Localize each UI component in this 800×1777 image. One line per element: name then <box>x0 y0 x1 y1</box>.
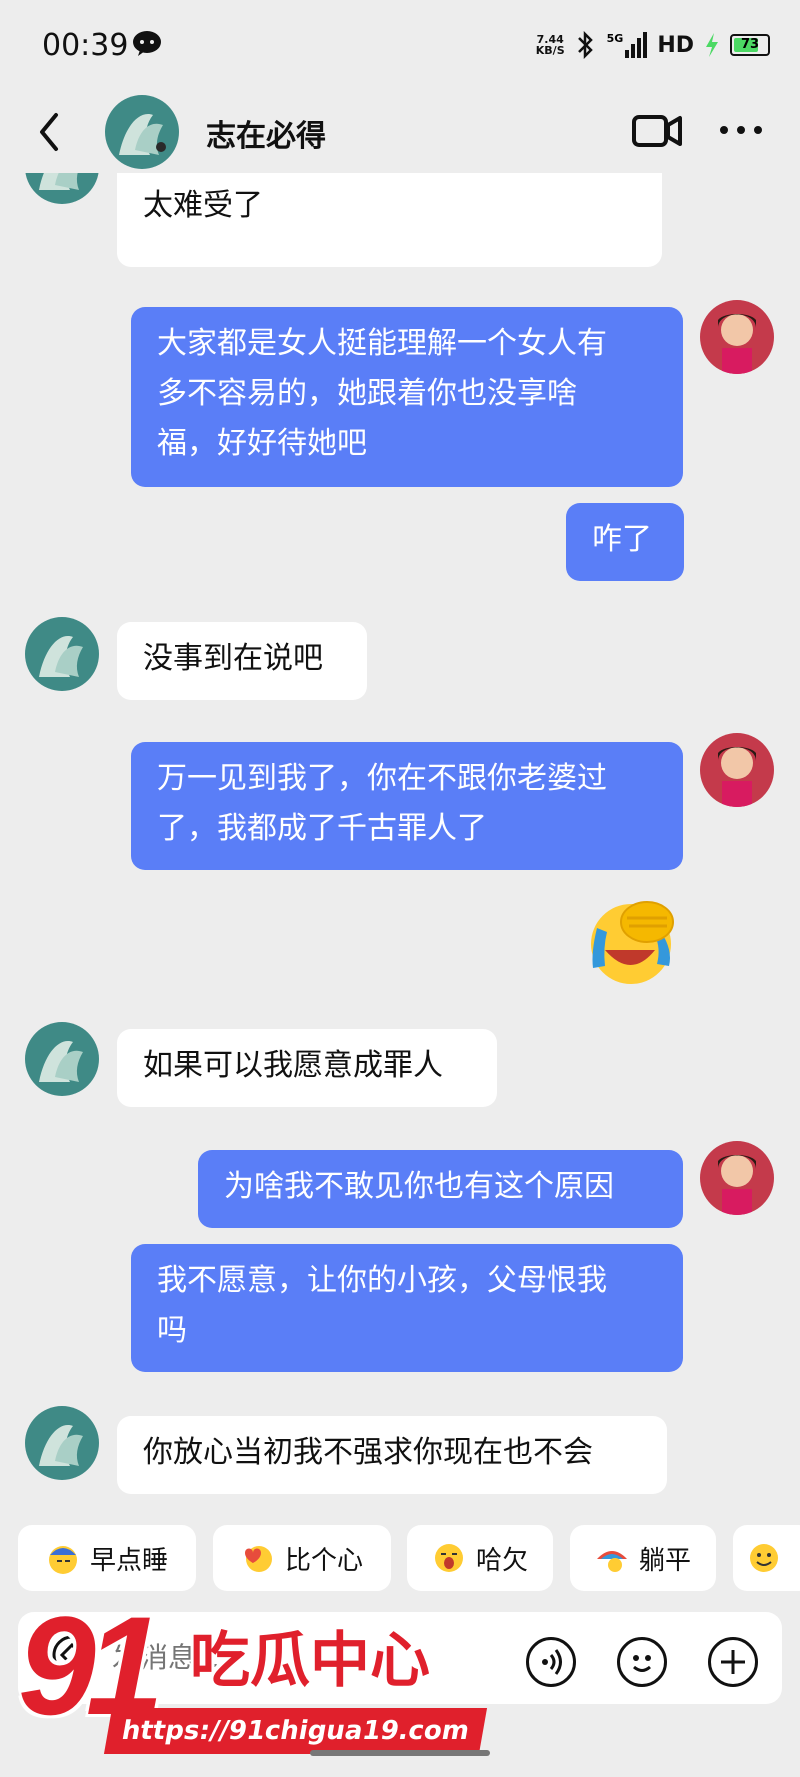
message-text: 你放心当初我不强求你现在也不会 <box>143 1435 593 1470</box>
network-type: 5G <box>606 32 624 45</box>
network-speed: 7.44 KB/S <box>536 34 565 56</box>
status-right: 7.44 KB/S 5G HD 73 <box>536 28 770 62</box>
my-avatar[interactable] <box>700 300 774 374</box>
smiley-icon <box>633 1655 651 1672</box>
partial-emoji-icon <box>750 1544 778 1572</box>
quick-reply-more[interactable] <box>733 1525 800 1591</box>
my-avatar[interactable] <box>700 1141 774 1215</box>
add-attachment-button[interactable] <box>708 1637 758 1687</box>
hd-indicator: HD <box>657 32 694 58</box>
signal-icon: 5G <box>607 32 648 58</box>
plus-icon <box>721 1650 745 1674</box>
video-call-icon[interactable] <box>632 111 682 151</box>
contact-avatar-small[interactable] <box>25 1022 99 1096</box>
voice-wave-icon <box>542 1649 562 1675</box>
message-text: 了，我都成了千古罪人了 <box>157 811 487 846</box>
message-text: 太难受了 <box>143 188 263 223</box>
message-text: 福，好好待她吧 <box>157 426 367 461</box>
watermark-url: https://91chigua19.com <box>103 1708 488 1754</box>
more-options-icon[interactable] <box>716 115 766 145</box>
emoji-button[interactable] <box>617 1637 667 1687</box>
battery-level: 73 <box>740 37 760 52</box>
quick-reply-label: 躺平 <box>638 1545 691 1576</box>
message-bubble-incoming[interactable]: 没事到在说吧 <box>117 622 367 700</box>
message-text: 吗 <box>157 1313 187 1348</box>
message-bubble-outgoing[interactable]: 万一见到我了，你在不跟你老婆过 了，我都成了千古罪人了 <box>131 742 683 870</box>
contact-avatar-small[interactable] <box>25 617 99 691</box>
message-text: 如果可以我愿意成罪人 <box>143 1048 443 1083</box>
quick-reply-heart[interactable]: 比个心 <box>213 1525 391 1591</box>
network-speed-unit: KB/S <box>535 44 565 57</box>
quick-reply-label: 哈欠 <box>475 1545 528 1576</box>
contact-avatar[interactable] <box>105 95 179 169</box>
message-text: 为啥我不敢见你也有这个原因 <box>224 1169 614 1204</box>
message-bubble-incoming[interactable]: 如果可以我愿意成罪人 <box>117 1029 497 1107</box>
home-indicator[interactable] <box>310 1750 490 1756</box>
back-arrow-icon[interactable] <box>30 107 70 157</box>
chat-title: 志在必得 <box>206 119 326 154</box>
message-text: 多不容易的，她跟着你也没享啥 <box>157 376 577 411</box>
message-text: 没事到在说吧 <box>143 641 323 676</box>
message-text: 大家都是女人挺能理解一个女人有 <box>157 326 607 361</box>
battery-icon: 73 <box>730 34 770 56</box>
message-text: 咋了 <box>592 522 652 557</box>
message-bubble-outgoing[interactable]: 我不愿意，让你的小孩，父母恨我 吗 <box>131 1244 683 1372</box>
charging-icon <box>706 33 718 57</box>
quick-reply-lie-flat[interactable]: 躺平 <box>570 1525 716 1591</box>
heart-emoji-icon <box>244 1546 272 1572</box>
message-bubble-outgoing[interactable]: 咋了 <box>566 503 684 581</box>
quick-reply-yawn[interactable]: 哈欠 <box>407 1525 553 1591</box>
message-text: 万一见到我了，你在不跟你老婆过 <box>157 761 607 796</box>
quick-reply-label: 早点睡 <box>89 1545 168 1576</box>
sleepy-emoji-icon <box>48 1546 77 1574</box>
header-overlay: 志在必得 <box>0 95 800 175</box>
facepalm-cry-emoji-icon[interactable] <box>583 892 683 988</box>
bluetooth-icon <box>577 31 593 59</box>
contact-avatar-small[interactable] <box>25 1406 99 1480</box>
message-bubble-incoming[interactable]: 你放心当初我不强求你现在也不会 <box>117 1416 667 1494</box>
voice-button[interactable] <box>526 1637 576 1687</box>
status-time: 00:39 <box>42 28 129 63</box>
message-text: 我不愿意，让你的小孩，父母恨我 <box>157 1263 607 1298</box>
quick-reply-sleep[interactable]: 早点睡 <box>18 1525 196 1591</box>
my-avatar[interactable] <box>700 733 774 807</box>
message-bubble-outgoing[interactable]: 为啥我不敢见你也有这个原因 <box>198 1150 683 1228</box>
lie-flat-emoji-icon <box>596 1551 627 1572</box>
message-bubble-outgoing[interactable]: 大家都是女人挺能理解一个女人有 多不容易的，她跟着你也没享啥 福，好好待她吧 <box>131 307 683 487</box>
yawn-emoji-icon <box>434 1544 463 1572</box>
wechat-notification-icon <box>133 31 161 56</box>
watermark-text: 吃瓜中心 <box>190 1626 430 1696</box>
quick-reply-label: 比个心 <box>284 1545 363 1576</box>
